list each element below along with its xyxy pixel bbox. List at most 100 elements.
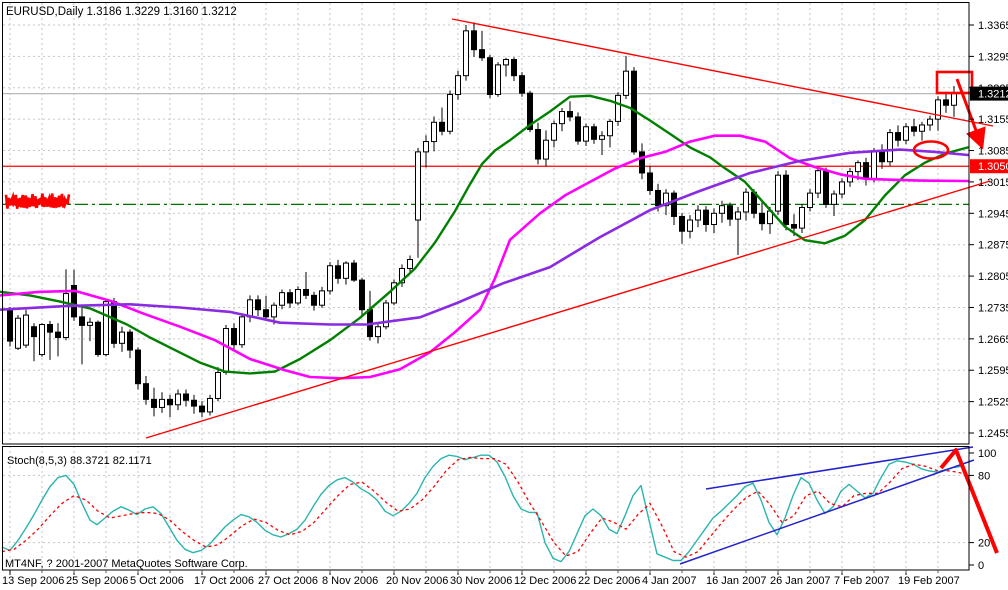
candle-body bbox=[447, 93, 453, 132]
date-tick-label: 4 Jan 2007 bbox=[642, 575, 696, 587]
candle-body bbox=[231, 328, 237, 346]
candle-body bbox=[119, 331, 125, 344]
candle-body bbox=[31, 326, 37, 338]
candle-body bbox=[159, 398, 165, 408]
candle-body bbox=[935, 99, 941, 120]
candle-bear bbox=[359, 277, 365, 316]
candle-bear bbox=[879, 144, 885, 169]
price-tick-label: 1.2595 bbox=[978, 365, 1008, 377]
candle-body bbox=[575, 116, 581, 142]
candle-body bbox=[279, 292, 285, 306]
candle-body bbox=[535, 128, 541, 160]
candle-bear bbox=[263, 295, 269, 321]
date-tick-label: 16 Jan 2007 bbox=[706, 575, 767, 587]
candle-body bbox=[679, 215, 685, 232]
candle-body bbox=[919, 124, 925, 132]
date-tick-label: 19 Feb 2007 bbox=[898, 575, 960, 587]
axis-layer[interactable]: 1.33651.32951.32251.31551.30851.30151.29… bbox=[2, 2, 1008, 588]
candle-body bbox=[359, 279, 365, 311]
candle-body bbox=[167, 398, 173, 406]
candle-bear bbox=[703, 206, 709, 232]
candle-bull bbox=[447, 90, 453, 135]
date-tick-label: 17 Oct 2006 bbox=[194, 575, 254, 587]
candle-bull bbox=[239, 313, 245, 348]
copyright-text: MT4NF, ? 2001-2007 MetaQuotes Software C… bbox=[5, 558, 248, 570]
candle-body bbox=[551, 123, 557, 141]
candle-body bbox=[591, 126, 597, 140]
candle-body bbox=[583, 126, 589, 142]
date-tick-label: 22 Dec 2006 bbox=[578, 575, 640, 587]
candle-bull bbox=[423, 135, 429, 168]
candle-bull bbox=[215, 367, 221, 402]
candle-bull bbox=[559, 107, 565, 132]
candle-body bbox=[183, 393, 189, 401]
main-pane-border bbox=[2, 2, 970, 445]
date-tick-label: 27 Oct 2006 bbox=[258, 575, 318, 587]
moving-averages-layer bbox=[0, 94, 970, 380]
candle-bull bbox=[807, 189, 813, 212]
candle-body bbox=[199, 405, 205, 413]
chart-canvas[interactable]: 1.33651.32951.32251.31551.30851.30151.29… bbox=[0, 0, 1008, 590]
price-tick-label: 1.2875 bbox=[978, 240, 1008, 252]
ma-green bbox=[0, 94, 970, 375]
candle-body bbox=[647, 172, 653, 191]
candle-body bbox=[711, 212, 717, 226]
candle-bull bbox=[319, 286, 325, 308]
candle-body bbox=[263, 309, 269, 318]
candle-bear bbox=[671, 190, 677, 225]
price-tick-label: 1.2525 bbox=[978, 397, 1008, 409]
current-price-badge-label: 1.3212 bbox=[978, 89, 1008, 101]
candle-body bbox=[735, 211, 741, 220]
candle-bear bbox=[143, 376, 149, 405]
candle-body bbox=[215, 371, 221, 399]
candle-bull bbox=[495, 62, 501, 97]
descending-resistance[interactable] bbox=[451, 18, 994, 127]
candle-bull bbox=[175, 389, 181, 411]
date-tick-label: 7 Feb 2007 bbox=[834, 575, 890, 587]
candle-bull bbox=[711, 208, 717, 234]
candle-bear bbox=[351, 259, 357, 282]
candle-body bbox=[287, 292, 293, 304]
candle-body bbox=[871, 150, 877, 180]
candle-body bbox=[311, 294, 317, 306]
candle-bear bbox=[367, 290, 373, 341]
candle-body bbox=[895, 132, 901, 141]
candle-bull bbox=[623, 55, 629, 99]
candle-bull bbox=[735, 207, 741, 256]
candle-bull bbox=[247, 295, 253, 323]
candle-bull bbox=[223, 324, 229, 375]
candle-body bbox=[839, 181, 845, 195]
candle-bull bbox=[599, 131, 605, 156]
candle-body bbox=[47, 323, 53, 333]
candle-bull bbox=[431, 116, 437, 152]
candle-bear bbox=[231, 323, 237, 351]
candle-bull bbox=[119, 326, 125, 352]
candle-bear bbox=[639, 143, 645, 180]
candle-body bbox=[487, 57, 493, 95]
stoch-scale-label: 0 bbox=[978, 560, 984, 572]
candle-bear bbox=[151, 387, 157, 417]
candle-body bbox=[455, 75, 461, 95]
price-tick-label: 1.2945 bbox=[978, 208, 1008, 220]
candle-body bbox=[639, 151, 645, 174]
candle-bull bbox=[919, 121, 925, 141]
candle-bear bbox=[575, 112, 581, 145]
candle-body bbox=[463, 30, 469, 77]
price-tick-label: 1.2735 bbox=[978, 302, 1008, 314]
candle-bull bbox=[887, 129, 893, 166]
candle-bull bbox=[207, 394, 213, 416]
candle-body bbox=[727, 205, 733, 220]
candle-bear bbox=[95, 320, 101, 357]
candle-body bbox=[151, 398, 157, 408]
candle-body bbox=[775, 174, 781, 212]
candle-bear bbox=[255, 295, 261, 316]
candle-body bbox=[255, 299, 261, 311]
candle-body bbox=[671, 192, 677, 217]
candle-body bbox=[439, 121, 445, 132]
price-tick-label: 1.3295 bbox=[978, 51, 1008, 63]
candle-bear bbox=[895, 125, 901, 147]
date-tick-label: 26 Jan 2007 bbox=[770, 575, 831, 587]
candle-body bbox=[239, 316, 245, 346]
candle-body bbox=[887, 132, 893, 163]
candle-bear bbox=[287, 289, 293, 308]
